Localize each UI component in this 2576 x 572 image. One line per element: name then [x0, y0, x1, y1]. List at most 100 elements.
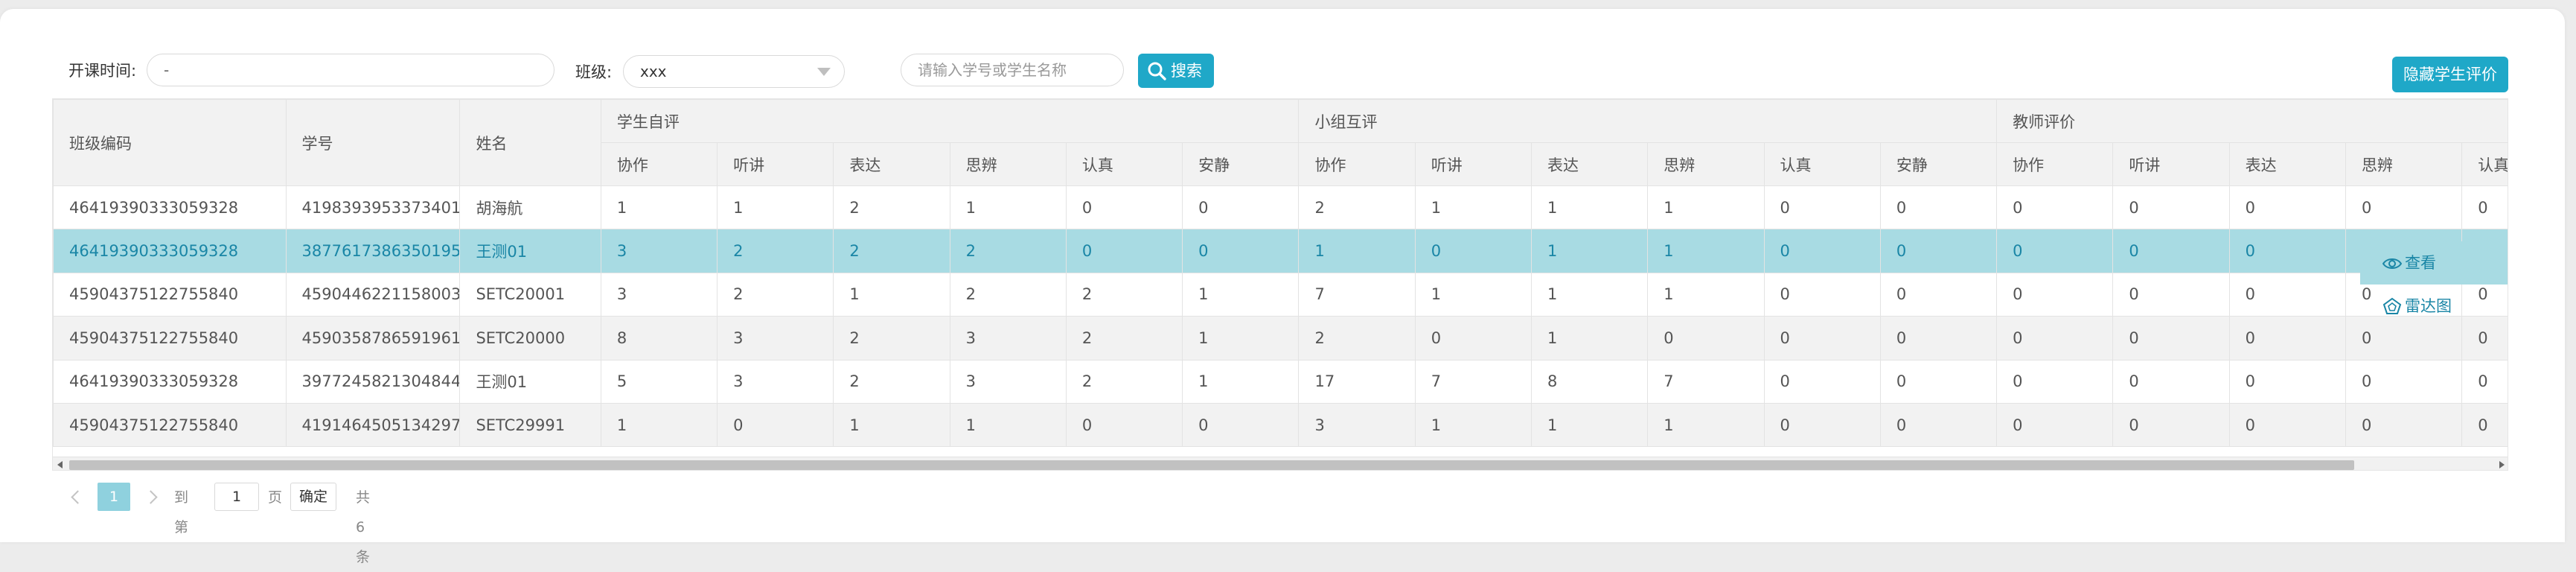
goto-confirm-button[interactable]: 确定 [290, 483, 336, 511]
cell-student-id: 45903587865919616 [285, 316, 461, 360]
cell-self-score: 2 [717, 272, 834, 317]
cell-peer-score: 0 [1763, 185, 1881, 230]
class-select[interactable]: xxx [623, 55, 845, 88]
filter-bar: 开课时间: - 班级: xxx 请输入学号或学生名称 搜索 隐藏学生评价 [0, 9, 2565, 98]
subheader-peer-0: 协作 [1298, 142, 1416, 186]
cell-self-score: 2 [949, 229, 1067, 273]
table-row[interactable]: 46419390333059328 38776173863501952 王测01 3 2… [53, 229, 2508, 273]
cell-self-score: 1 [600, 185, 718, 230]
total-count: 共 6 条 [356, 489, 371, 565]
cell-teacher-score: 0 [2345, 402, 2463, 448]
subheader-self-3: 思辨 [949, 142, 1067, 186]
scroll-left-icon[interactable] [57, 461, 63, 468]
next-page-icon[interactable] [143, 483, 162, 512]
cell-peer-score: 7 [1298, 272, 1416, 317]
table-row[interactable]: 45904375122755840 45903587865919616 SETC20… [53, 316, 2508, 360]
subheader-teacher-1: 听讲 [2112, 142, 2230, 186]
hide-evaluation-button[interactable]: 隐藏学生评价 [2392, 57, 2508, 92]
cell-peer-score: 1 [1647, 229, 1765, 273]
cell-student-id: 41983939533734016 [285, 185, 461, 230]
cell-student-id: 39772458213048448 [285, 359, 461, 404]
cell-teacher-score: 0 [1996, 316, 2114, 360]
subheader-teacher-0: 协作 [1996, 142, 2114, 186]
cell-peer-score: 0 [1879, 229, 1998, 273]
cell-self-score: 2 [833, 359, 950, 404]
scroll-right-icon[interactable] [2499, 461, 2505, 468]
open-time-input[interactable]: - [147, 54, 554, 86]
chevron-down-icon [817, 68, 831, 76]
goto-label: 到第 [174, 489, 189, 536]
subheader-peer-2: 表达 [1531, 142, 1649, 186]
cell-self-score: 0 [1182, 402, 1300, 448]
cell-self-score: 0 [1182, 185, 1300, 230]
table-row[interactable]: 45904375122755840 41914645051342976 SETC29… [53, 402, 2508, 448]
cell-peer-score: 1 [1531, 229, 1649, 273]
subheader-peer-3: 思辨 [1647, 142, 1765, 186]
cell-peer-score: 1 [1647, 185, 1765, 230]
cell-peer-score: 8 [1531, 359, 1649, 404]
cell-teacher-score: 0 [2228, 402, 2346, 448]
cell-teacher-score: 0 [1996, 185, 2114, 230]
cell-peer-score: 1 [1647, 272, 1765, 317]
subheader-self-0: 协作 [600, 142, 718, 186]
subheader-peer-4: 认真 [1763, 142, 1881, 186]
cell-name: 胡海航 [459, 185, 601, 230]
cell-teacher-score: 0 [1996, 359, 2114, 404]
horizontal-scrollbar[interactable] [53, 457, 2508, 470]
cell-self-score: 0 [1065, 185, 1183, 230]
radar-chart-button[interactable]: 雷达图 [2382, 285, 2452, 328]
view-button[interactable]: 查看 [2382, 241, 2436, 285]
cell-self-score: 2 [833, 229, 950, 273]
cell-peer-score: 2 [1298, 316, 1416, 360]
cell-class-code: 45904375122755840 [53, 272, 287, 317]
prev-page-icon[interactable] [67, 483, 86, 512]
cell-teacher-score: 0 [1996, 272, 2114, 317]
search-input[interactable]: 请输入学号或学生名称 [901, 54, 1124, 86]
cell-self-score: 3 [717, 316, 834, 360]
cell-peer-score: 0 [1763, 402, 1881, 448]
open-time-label: 开课时间: [68, 62, 137, 80]
subheader-peer-5: 安静 [1879, 142, 1998, 186]
cell-teacher-score: 0 [2461, 185, 2508, 230]
cell-self-score: 1 [949, 402, 1067, 448]
header-class-code: 班级编码 [53, 99, 287, 186]
search-button-label: 搜索 [1171, 62, 1202, 80]
cell-self-score: 1 [717, 185, 834, 230]
cell-class-code: 46419390333059328 [53, 185, 287, 230]
cell-class-code: 46419390333059328 [53, 229, 287, 273]
cell-peer-score: 0 [1414, 316, 1533, 360]
cell-peer-score: 1 [1414, 272, 1533, 317]
cell-self-score: 1 [1182, 316, 1300, 360]
cell-self-score: 0 [1065, 229, 1183, 273]
cell-self-score: 3 [717, 359, 834, 404]
current-page[interactable]: 1 [98, 483, 130, 511]
cell-peer-score: 1 [1531, 402, 1649, 448]
search-button[interactable]: 搜索 [1138, 54, 1214, 88]
cell-self-score: 1 [833, 272, 950, 317]
cell-self-score: 1 [1182, 272, 1300, 317]
radar-icon [2382, 297, 2402, 314]
cell-teacher-score: 0 [2228, 229, 2346, 273]
cell-self-score: 1 [833, 402, 950, 448]
subheader-self-1: 听讲 [717, 142, 834, 186]
cell-self-score: 1 [600, 402, 718, 448]
class-label: 班级: [575, 63, 613, 81]
cell-name: 王测01 [459, 229, 601, 273]
cell-student-id: 45904462211580032 [285, 272, 461, 317]
table-row[interactable]: 46419390333059328 41983939533734016 胡海航 1 1 2… [53, 185, 2508, 230]
table-row[interactable]: 45904375122755840 45904462211580032 SETC20… [53, 272, 2508, 317]
evaluation-table: 班级编码 学号 姓名 学生自评 小组互评 教师评价 协作 听讲 表达 思辨 认真 安静 协作… [52, 98, 2508, 471]
scrollbar-thumb[interactable] [69, 460, 2354, 470]
cell-self-score: 3 [949, 316, 1067, 360]
cell-teacher-score: 0 [2228, 316, 2346, 360]
cell-teacher-score: 0 [2112, 272, 2230, 317]
cell-teacher-score: 0 [2112, 185, 2230, 230]
goto-page-input[interactable]: 1 [214, 483, 259, 511]
cell-self-score: 0 [717, 402, 834, 448]
cell-self-score: 2 [1065, 359, 1183, 404]
cell-self-score: 8 [600, 316, 718, 360]
table-row[interactable]: 46419390333059328 39772458213048448 王测01 5 3… [53, 359, 2508, 404]
cell-self-score: 3 [949, 359, 1067, 404]
cell-peer-score: 1 [1414, 402, 1533, 448]
cell-teacher-score: 0 [1996, 402, 2114, 448]
